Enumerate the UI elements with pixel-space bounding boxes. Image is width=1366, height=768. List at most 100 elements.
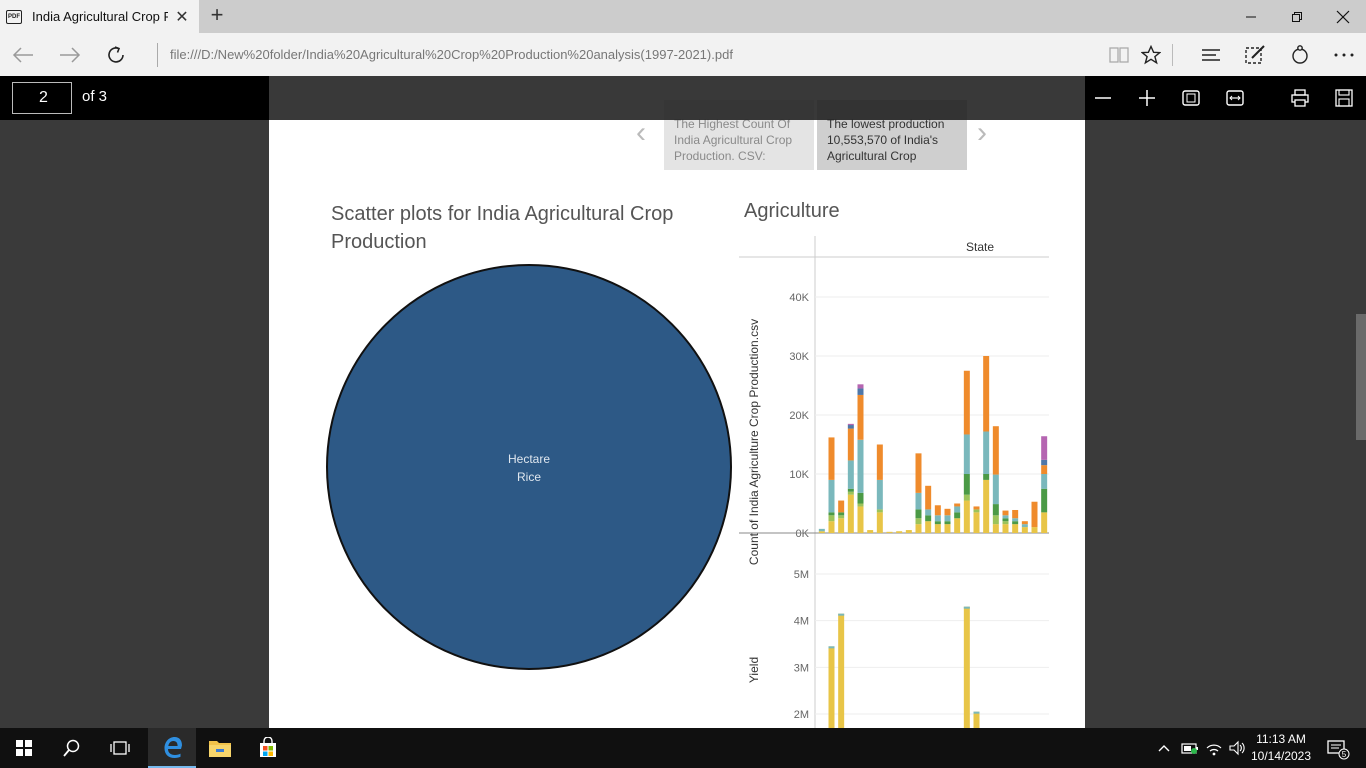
task-view-icon [110, 741, 130, 755]
forward-button[interactable] [47, 33, 93, 76]
count-bar-segment [828, 521, 835, 533]
refresh-icon [108, 45, 124, 63]
column-header: State [966, 240, 994, 254]
story-prev-icon[interactable]: ‹ [636, 116, 646, 150]
count-bar-segment [847, 425, 854, 429]
zoom-out-button[interactable] [1081, 76, 1125, 120]
count-bar-segment [1031, 501, 1038, 528]
count-bar-segment [983, 474, 990, 480]
count-bar-segment [847, 494, 854, 533]
count-bar-segment [963, 500, 970, 533]
browser-tab[interactable]: PDF India Agricultural Crop P ✕ [0, 0, 199, 33]
minimize-button[interactable] [1228, 0, 1274, 33]
scatter-title: Scatter plots for India Agricultural Cro… [331, 203, 674, 253]
pdf-toolbar-left: 2 of 3 [0, 76, 269, 120]
start-button[interactable] [0, 728, 48, 768]
battery-indicator[interactable] [1178, 728, 1202, 768]
count-bar-segment [828, 479, 835, 513]
share-icon [1292, 44, 1308, 64]
y1-tick-label: 10K [789, 469, 809, 481]
edge-taskbar-button[interactable] [148, 728, 196, 768]
print-button[interactable] [1278, 76, 1322, 120]
count-bar-segment [992, 524, 999, 533]
count-bar-segment [1002, 518, 1009, 522]
count-bar-segment [876, 509, 883, 513]
count-bar-segment [1002, 524, 1009, 533]
search-icon [63, 739, 80, 757]
scrollbar-thumb[interactable] [1356, 314, 1366, 440]
taskbar: 11:13 AM 10/14/2023 5 [0, 728, 1366, 768]
back-button[interactable] [0, 33, 46, 76]
count-bar-segment [934, 521, 941, 525]
count-bar-segment [847, 460, 854, 489]
folder-icon [209, 741, 231, 757]
fit-page-button[interactable] [1169, 76, 1213, 120]
volume-indicator[interactable] [1226, 728, 1248, 768]
count-bar-segment [905, 530, 912, 533]
save-icon [1335, 89, 1353, 107]
count-bar-segment [954, 518, 961, 533]
fit-width-button[interactable] [1213, 76, 1257, 120]
close-window-button[interactable] [1320, 0, 1366, 33]
wifi-indicator[interactable] [1203, 728, 1225, 768]
count-bar-segment [954, 512, 961, 519]
count-bar-segment [867, 530, 874, 533]
count-bar-segment [944, 515, 951, 522]
share-button[interactable] [1277, 33, 1323, 76]
url-field[interactable]: file:///D:/New%20folder/India%20Agricult… [157, 43, 1057, 67]
count-bar-segment [963, 494, 970, 501]
restore-button[interactable] [1274, 0, 1320, 33]
yield-bar-cap [828, 646, 835, 649]
refresh-button[interactable] [94, 33, 140, 76]
page-total: of 3 [82, 88, 108, 105]
count-bar-segment [886, 531, 893, 533]
action-center-button[interactable]: 5 [1320, 728, 1354, 768]
show-hidden-icons-button[interactable] [1154, 728, 1174, 768]
count-bar-segment [1041, 512, 1048, 533]
count-bar-segment [963, 474, 970, 495]
count-bar-segment [915, 524, 922, 533]
yield-bar [973, 711, 980, 728]
web-note-button[interactable] [1232, 33, 1278, 76]
story-next-icon[interactable]: › [977, 116, 987, 150]
count-bar-segment [857, 492, 864, 504]
save-button[interactable] [1322, 76, 1366, 120]
agriculture-bar-chart: State Count of India Agriculture Crop Pr… [739, 236, 1049, 728]
back-arrow-icon [12, 46, 33, 63]
count-bar-segment [925, 515, 932, 522]
count-bar-segment [876, 512, 883, 533]
search-button[interactable] [48, 728, 96, 768]
zoom-in-button[interactable] [1125, 76, 1169, 120]
clock-date: 10/14/2023 [1250, 749, 1312, 763]
count-bar-segment [983, 431, 990, 474]
count-bar-segment [925, 509, 932, 516]
count-bar-segment [847, 423, 854, 426]
favorite-button[interactable] [1128, 33, 1174, 76]
file-explorer-button[interactable] [196, 728, 244, 768]
store-button[interactable] [244, 728, 292, 768]
count-bar-segment [983, 356, 990, 432]
battery-icon [1181, 743, 1198, 754]
count-bar-segment [915, 518, 922, 525]
more-button[interactable] [1321, 33, 1366, 76]
count-bar-segment [1012, 521, 1019, 525]
page-number-input[interactable]: 2 [12, 82, 72, 114]
y2-tick-label: 4M [794, 616, 809, 628]
task-view-button[interactable] [96, 728, 144, 768]
count-bar-segment [1041, 436, 1048, 460]
hub-button[interactable] [1188, 33, 1234, 76]
count-bar-segment [1021, 521, 1028, 525]
y1-tick-label: 30K [789, 351, 809, 363]
edge-icon [164, 737, 182, 758]
count-bar-segment [1041, 488, 1048, 513]
new-tab-button[interactable]: + [205, 4, 229, 28]
plus-icon [1139, 90, 1155, 106]
yield-bar [828, 646, 835, 728]
y2-tick-label: 2M [794, 709, 809, 721]
count-bar-segment [838, 512, 845, 516]
close-tab-icon[interactable]: ✕ [174, 7, 190, 27]
minus-icon [1095, 97, 1111, 99]
count-bar-segment [973, 512, 980, 533]
notification-icon: 5 [1327, 740, 1350, 760]
taskbar-clock[interactable]: 11:13 AM 10/14/2023 [1248, 731, 1314, 765]
